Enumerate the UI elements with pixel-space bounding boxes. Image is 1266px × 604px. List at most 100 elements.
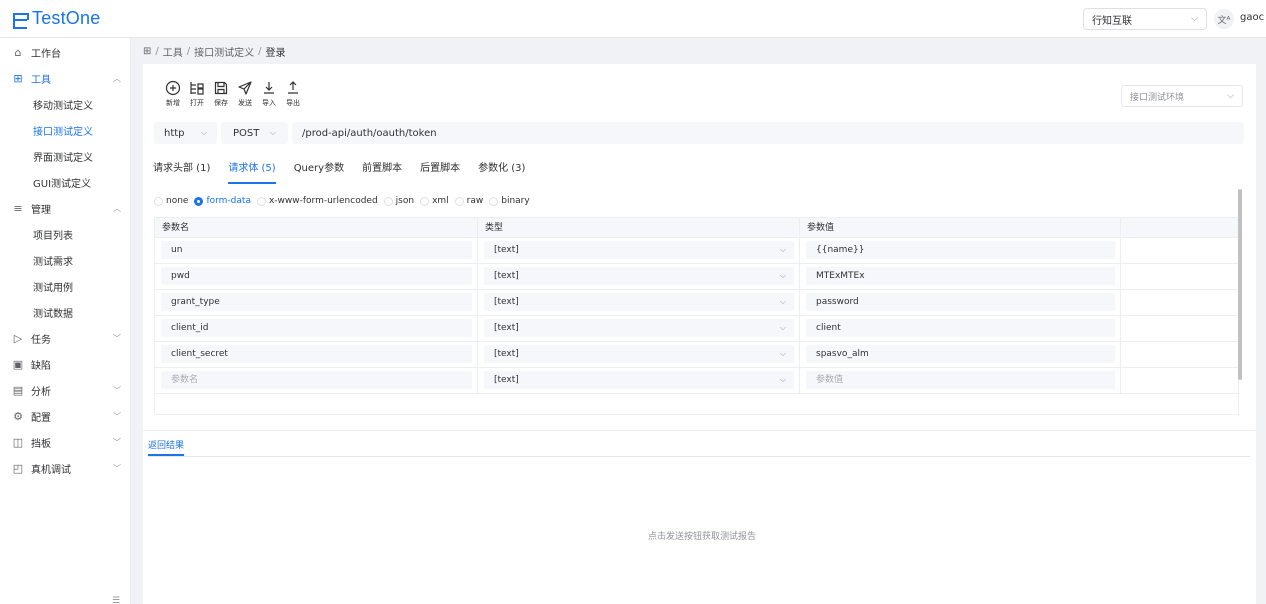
- empty-result-text: 点击发送按钮获取测试报告: [648, 532, 757, 542]
- chevron-up-icon: ︿: [113, 73, 121, 83]
- sidebar-item-tasks[interactable]: ▷ 任务 ﹀: [0, 325, 131, 351]
- sidebar-item-defects[interactable]: ▣ 缺陷: [0, 351, 131, 377]
- param-value-input[interactable]: MTExMTEx: [806, 267, 1115, 285]
- open-button[interactable]: 打开: [187, 80, 207, 108]
- sidebar-item-label: GUI测试定义: [33, 178, 92, 190]
- add-circle-icon: [165, 80, 181, 96]
- tab-post-script[interactable]: 后置脚本: [420, 160, 460, 184]
- chevron-down-icon: ﹀: [113, 333, 121, 343]
- sidebar-item-label: 项目列表: [33, 230, 73, 242]
- tab-parameterize[interactable]: 参数化 (3): [478, 160, 525, 184]
- sidebar-item-mobile-test[interactable]: 移动测试定义: [0, 91, 131, 117]
- open-folder-icon: [190, 82, 204, 95]
- table-row: client_id [text] ⌵ client: [155, 316, 1240, 342]
- collapse-menu-icon[interactable]: ☰: [112, 596, 120, 604]
- sidebar-item-analysis[interactable]: ▤ 分析 ﹀: [0, 377, 131, 403]
- radio-raw[interactable]: raw: [454, 196, 483, 206]
- sidebar-item-manage[interactable]: ≡ 管理 ︿: [0, 195, 131, 221]
- sidebar-item-tools[interactable]: ⊞ 工具 ︿: [0, 65, 131, 91]
- radio-dot: [194, 196, 204, 206]
- new-param-type-select[interactable]: [text] ⌵: [484, 371, 794, 389]
- device-icon: ◰: [12, 461, 24, 475]
- param-type-select[interactable]: [text] ⌵: [484, 267, 794, 285]
- chevron-down-icon: ⌵: [1227, 91, 1234, 101]
- project-select[interactable]: 行知互联 ⌵: [1083, 8, 1207, 30]
- radio-dot: [420, 196, 430, 206]
- breadcrumb: ⊞ / 工具 / 接口测试定义 / 登录: [143, 44, 286, 59]
- chevron-down-icon: ⌵: [779, 375, 786, 384]
- new-param-name-input[interactable]: 参数名: [161, 371, 472, 389]
- radio-none[interactable]: none: [154, 196, 188, 206]
- sidebar-item-label: 接口测试定义: [33, 126, 93, 138]
- column-header-name: 参数名: [155, 218, 478, 238]
- divider: [148, 456, 1250, 457]
- tab-body[interactable]: 请求体 (5): [228, 160, 277, 184]
- new-button[interactable]: 新增: [163, 80, 183, 108]
- translate-icon[interactable]: 文ᴬ: [1214, 9, 1234, 29]
- chevron-down-icon: ⌵: [779, 245, 786, 254]
- sidebar-item-label: 界面测试定义: [33, 152, 93, 164]
- tab-pre-script[interactable]: 前置脚本: [362, 160, 402, 184]
- request-tabs: 请求头部 (1) 请求体 (5) Query参数 前置脚本 后置脚本 参数化 (…: [153, 160, 525, 184]
- grid-icon[interactable]: ⊞: [143, 46, 151, 57]
- param-value-input[interactable]: password: [806, 293, 1115, 311]
- param-name-input[interactable]: grant_type: [161, 293, 472, 311]
- param-value-input[interactable]: client: [806, 319, 1115, 337]
- chevron-down-icon: ⌵: [1191, 14, 1198, 24]
- tab-result[interactable]: 返回结果: [148, 438, 185, 456]
- sidebar-item-test-cases[interactable]: 测试用例: [0, 273, 131, 299]
- radio-dot: [489, 196, 499, 206]
- sidebar-item-gui-test[interactable]: GUI测试定义: [0, 169, 131, 195]
- sidebar-item-config[interactable]: ⚙ 配置 ﹀: [0, 403, 131, 429]
- param-name-input[interactable]: pwd: [161, 267, 472, 285]
- sidebar-item-test-data[interactable]: 测试数据: [0, 299, 131, 325]
- method-select[interactable]: POST ⌵: [221, 122, 288, 144]
- tab-query[interactable]: Query参数: [294, 160, 344, 184]
- new-param-value-input[interactable]: 参数值: [806, 371, 1115, 389]
- url-input[interactable]: /prod-api/auth/oauth/token: [292, 122, 1244, 144]
- param-name-input[interactable]: client_id: [161, 319, 472, 337]
- export-button[interactable]: 导出: [283, 80, 303, 108]
- save-button[interactable]: 保存: [211, 80, 231, 108]
- param-type-select[interactable]: [text] ⌵: [484, 293, 794, 311]
- chevron-down-icon: ﹀: [113, 411, 121, 421]
- param-value-input[interactable]: spasvo_alm: [806, 345, 1115, 363]
- table-scrollbar[interactable]: [1238, 189, 1242, 380]
- param-type-select[interactable]: [text] ⌵: [484, 241, 794, 259]
- sidebar-item-ui-test[interactable]: 界面测试定义: [0, 143, 131, 169]
- sidebar-item-api-test[interactable]: 接口测试定义: [0, 117, 131, 143]
- app-logo[interactable]: TestOne: [12, 8, 100, 29]
- sidebar-item-label: 配置: [31, 412, 51, 424]
- param-type-select[interactable]: [text] ⌵: [484, 319, 794, 337]
- bug-icon: ▣: [12, 357, 24, 371]
- list-icon: ≡: [13, 201, 23, 215]
- tab-headers[interactable]: 请求头部 (1): [153, 160, 210, 184]
- sidebar-item-workbench[interactable]: ⌂ 工作台: [0, 39, 131, 65]
- user-name[interactable]: gaoc: [1240, 12, 1264, 23]
- param-name-input[interactable]: client_secret: [161, 345, 472, 363]
- param-name-input[interactable]: un: [161, 241, 472, 259]
- breadcrumb-item[interactable]: 接口测试定义: [194, 44, 254, 59]
- breadcrumb-item[interactable]: 工具: [163, 44, 183, 59]
- sidebar-item-projects[interactable]: 项目列表: [0, 221, 131, 247]
- environment-select[interactable]: 接口测试环境 ⌵: [1121, 85, 1243, 107]
- sidebar-item-mock[interactable]: ◫ 挡板 ﹀: [0, 429, 131, 455]
- radio-json[interactable]: json: [383, 196, 414, 206]
- send-icon: [238, 81, 252, 95]
- table-row-new: 参数名 [text] ⌵ 参数值: [155, 368, 1240, 394]
- sidebar-item-label: 移动测试定义: [33, 100, 93, 112]
- chevron-down-icon: ⌵: [779, 349, 786, 358]
- sidebar-item-label: 工作台: [31, 48, 61, 60]
- sidebar-item-device-debug[interactable]: ◰ 真机调试 ﹀: [0, 455, 131, 481]
- param-value-input[interactable]: {{name}}: [806, 241, 1115, 259]
- radio-xml[interactable]: xml: [420, 196, 449, 206]
- radio-binary[interactable]: binary: [489, 196, 530, 206]
- param-type-select[interactable]: [text] ⌵: [484, 345, 794, 363]
- send-button[interactable]: 发送: [235, 80, 255, 108]
- radio-form-data[interactable]: form-data: [194, 196, 251, 206]
- radio-urlencoded[interactable]: x-www-form-urlencoded: [256, 196, 378, 206]
- sidebar-item-requirements[interactable]: 测试需求: [0, 247, 131, 273]
- import-button[interactable]: 导入: [259, 80, 279, 108]
- calendar-icon: ▤: [12, 383, 24, 397]
- protocol-select[interactable]: http ⌵: [154, 122, 217, 144]
